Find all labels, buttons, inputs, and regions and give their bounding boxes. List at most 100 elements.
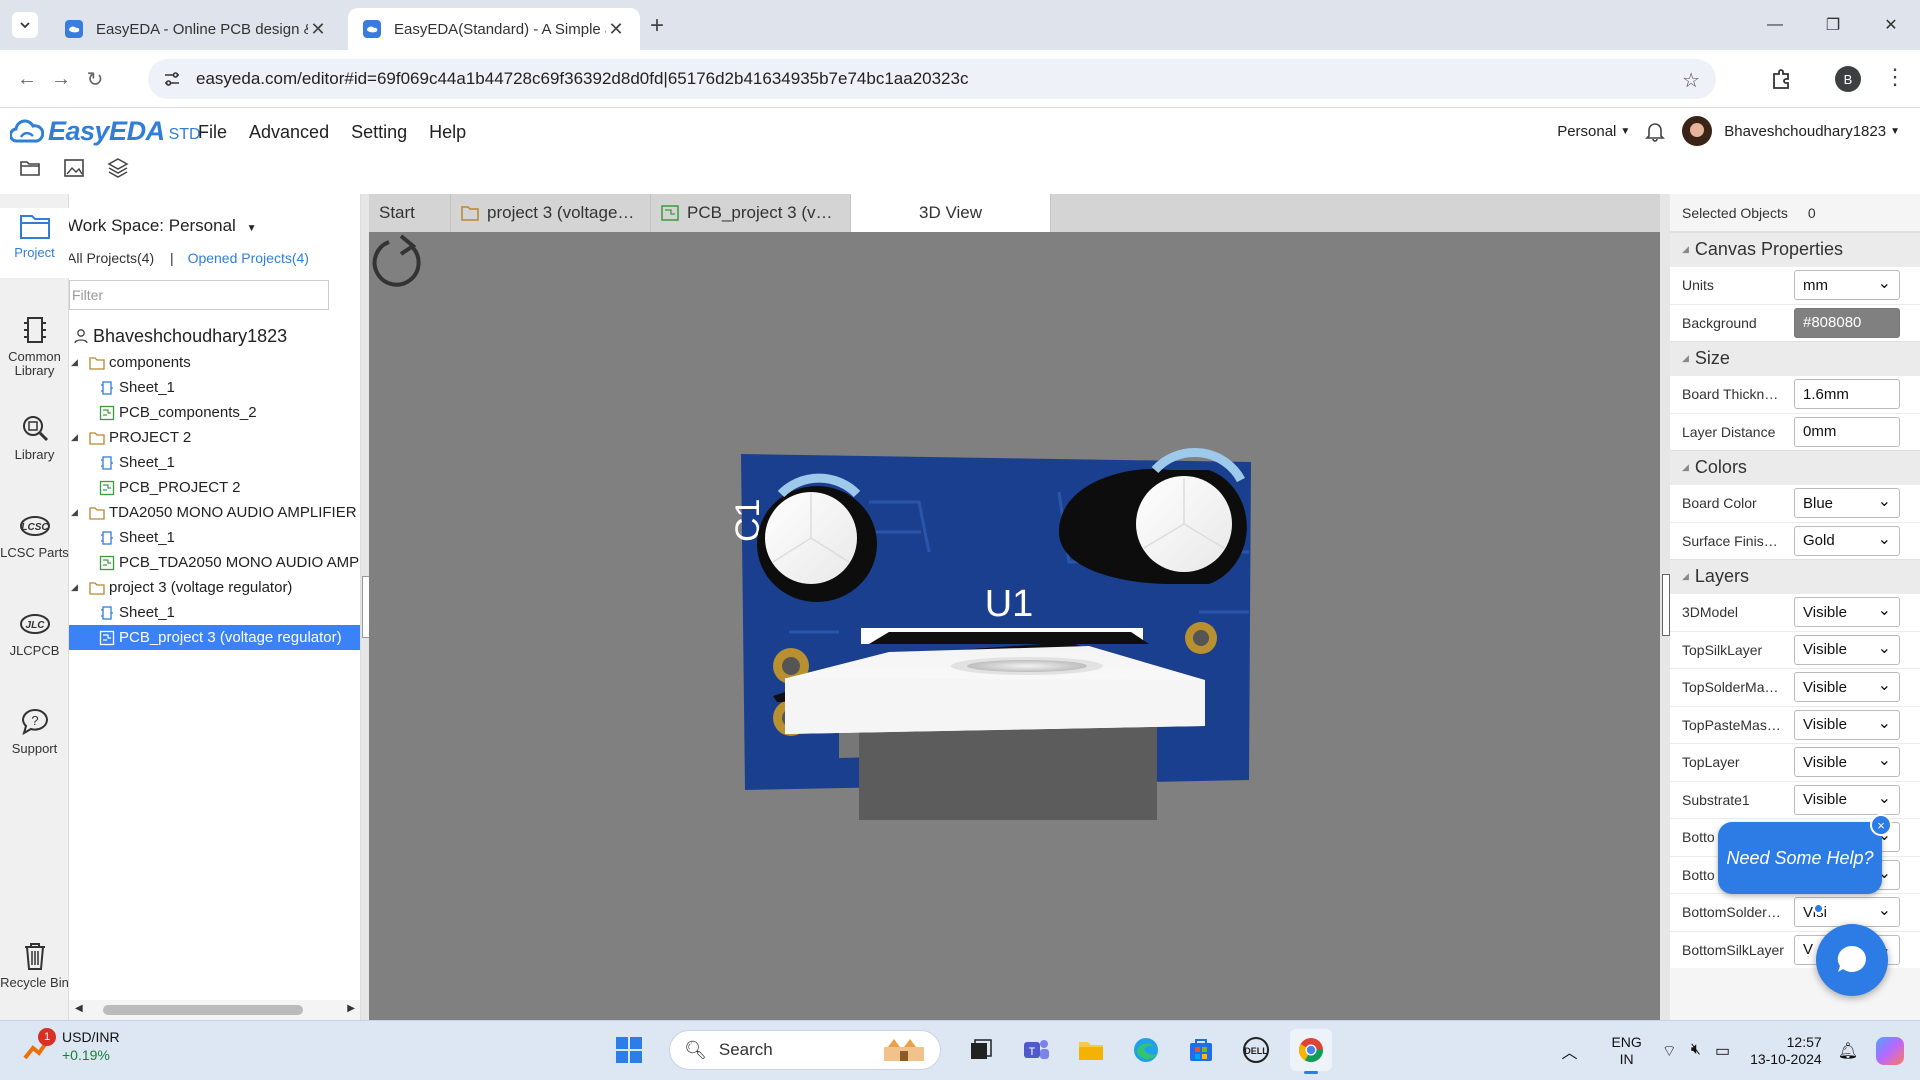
profile-avatar[interactable]: B xyxy=(1835,66,1861,92)
back-button[interactable]: ← xyxy=(14,66,40,92)
property-value-select[interactable]: Visible xyxy=(1794,672,1900,703)
tree-item-sheet[interactable]: Sheet_1 xyxy=(69,450,360,475)
3d-view-canvas[interactable]: C1 C2 U1 xyxy=(369,232,1660,1020)
chrome-icon[interactable] xyxy=(1290,1029,1332,1074)
forward-button[interactable]: → xyxy=(48,66,74,92)
doc-tab-pcb[interactable]: PCB_project 3 (v… xyxy=(651,194,851,232)
tree-item-pcb[interactable]: PCB_project 3 (voltage regulator) xyxy=(69,625,360,650)
tab-opened-projects[interactable]: Opened Projects(4) xyxy=(188,250,309,266)
property-value-select[interactable]: Visible xyxy=(1794,709,1900,740)
rail-lcsc-parts[interactable]: LCSC LCSC Parts xyxy=(0,510,69,582)
system-icons[interactable]: ⌔ 🔇︎ ▭ xyxy=(1662,1041,1730,1061)
taskbar-search[interactable]: 🔍︎ Search xyxy=(669,1030,941,1070)
help-close-button[interactable]: × xyxy=(1870,814,1892,836)
property-value-input[interactable]: 0mm xyxy=(1794,416,1900,447)
rail-recycle-bin[interactable]: Recycle Bin xyxy=(0,940,69,1012)
tree-item-folder[interactable]: ◢ PROJECT 2 xyxy=(69,425,360,450)
stock-widget[interactable]: 1 USD/INR +0.19% xyxy=(22,1027,120,1064)
property-value-select[interactable]: Blue xyxy=(1794,488,1900,519)
property-value-select[interactable]: Gold xyxy=(1794,525,1900,556)
site-settings-icon[interactable] xyxy=(162,69,182,89)
tree-item-sheet[interactable]: Sheet_1 xyxy=(69,525,360,550)
property-value-select[interactable]: mm xyxy=(1794,270,1900,301)
browser-menu-icon[interactable]: ⋮ xyxy=(1884,64,1906,90)
close-icon[interactable]: ✕ xyxy=(606,19,626,40)
workspace-mode-dropdown[interactable]: Personal xyxy=(1557,123,1616,140)
layers-icon[interactable] xyxy=(106,156,130,180)
teams-icon[interactable]: T xyxy=(1015,1029,1057,1071)
property-value-select[interactable]: Visi xyxy=(1794,897,1900,928)
scroll-right-icon[interactable]: ▶ xyxy=(347,1003,355,1014)
filter-input[interactable]: Filter xyxy=(69,280,329,310)
reload-button[interactable]: ↻ xyxy=(82,66,108,92)
extensions-puzzle-icon[interactable] xyxy=(1768,66,1794,92)
need-help-bubble[interactable]: Need Some Help? xyxy=(1718,822,1882,894)
property-value-select[interactable]: Visible xyxy=(1794,597,1900,628)
rail-project[interactable]: Project xyxy=(0,208,69,278)
doc-tab-project[interactable]: project 3 (voltage… xyxy=(451,194,651,232)
user-avatar[interactable] xyxy=(1682,116,1713,146)
tab-all-projects[interactable]: All Projects(4) xyxy=(69,250,154,266)
horizontal-scrollbar[interactable]: ◀ ▶ xyxy=(69,1000,360,1020)
minimize-button[interactable]: — xyxy=(1746,0,1804,50)
property-value-select[interactable]: Visible xyxy=(1794,747,1900,778)
rail-common-library[interactable]: Common Library xyxy=(0,314,69,386)
tree-item-pcb[interactable]: PCB_components_2 xyxy=(69,400,360,425)
scroll-thumb[interactable] xyxy=(103,1005,303,1015)
tree-item-sheet[interactable]: Sheet_1 xyxy=(69,375,360,400)
expand-triangle-icon[interactable]: ◢ xyxy=(71,507,83,518)
address-bar[interactable]: easyeda.com/editor#id=69f069c44a1b44728c… xyxy=(148,59,1716,99)
tree-item-folder[interactable]: ◢ TDA2050 MONO AUDIO AMPLIFIER xyxy=(69,500,360,525)
section-header-colors[interactable]: ◢ Colors xyxy=(1670,450,1920,484)
right-panel-splitter[interactable] xyxy=(1660,194,1670,1020)
clock[interactable]: 12:57 13-10-2024 xyxy=(1750,1034,1822,1069)
property-value-swatch[interactable]: #808080 xyxy=(1794,307,1900,338)
chat-button[interactable] xyxy=(1816,924,1888,996)
tree-item-pcb[interactable]: PCB_PROJECT 2 xyxy=(69,475,360,500)
panel-splitter[interactable] xyxy=(361,194,370,1020)
expand-triangle-icon[interactable]: ◢ xyxy=(71,357,83,368)
doc-tab-3d-view[interactable]: 3D View xyxy=(851,194,1051,232)
tree-item-folder[interactable]: ◢ components xyxy=(69,350,360,375)
menu-help[interactable]: Help xyxy=(429,122,466,143)
tree-item-sheet[interactable]: Sheet_1 xyxy=(69,600,360,625)
rail-support[interactable]: ? Support xyxy=(0,706,69,766)
start-button[interactable] xyxy=(608,1029,650,1071)
browser-tab-easyeda-editor[interactable]: EasyEDA(Standard) - A Simple a ✕ xyxy=(348,8,640,50)
menu-file[interactable]: File xyxy=(198,122,227,143)
image-export-icon[interactable] xyxy=(62,156,86,180)
rotate-view-icon[interactable] xyxy=(369,232,427,290)
rail-jlcpcb[interactable]: JLC JLCPCB xyxy=(0,608,69,668)
property-value-select[interactable]: Visible xyxy=(1794,634,1900,665)
restore-button[interactable]: ❐ xyxy=(1804,0,1862,50)
edge-browser-icon[interactable] xyxy=(1125,1029,1167,1071)
scroll-left-icon[interactable]: ◀ xyxy=(75,1003,83,1014)
dell-icon[interactable]: DELL xyxy=(1235,1029,1277,1071)
property-value-select[interactable]: Visible xyxy=(1794,784,1900,815)
tree-item-pcb[interactable]: PCB_TDA2050 MONO AUDIO AMP xyxy=(69,550,360,575)
open-folder-icon[interactable] xyxy=(18,156,42,180)
store-icon[interactable] xyxy=(1180,1029,1222,1071)
file-explorer-icon[interactable] xyxy=(1070,1029,1112,1071)
task-view-icon[interactable] xyxy=(960,1029,1002,1071)
bookmark-star-icon[interactable]: ☆ xyxy=(1682,68,1700,93)
rail-library[interactable]: Library xyxy=(0,412,69,472)
language-indicator[interactable]: ENG IN xyxy=(1611,1034,1641,1068)
section-header-canvas-properties[interactable]: ◢ Canvas Properties xyxy=(1670,232,1920,266)
workspace-dropdown[interactable]: Work Space: Personal ▼ xyxy=(69,216,256,236)
section-header-layers[interactable]: ◢ Layers xyxy=(1670,559,1920,593)
close-window-button[interactable]: ✕ xyxy=(1862,0,1920,50)
username[interactable]: Bhaveshchoudhary1823 xyxy=(1724,123,1886,140)
chevron-up-icon[interactable]: ︿ xyxy=(1561,1039,1577,1063)
tab-search-button[interactable] xyxy=(12,12,38,38)
new-tab-button[interactable]: + xyxy=(650,12,664,40)
close-icon[interactable]: ✕ xyxy=(308,19,328,40)
copilot-icon[interactable] xyxy=(1876,1037,1904,1065)
menu-advanced[interactable]: Advanced xyxy=(249,122,329,143)
bell-icon[interactable] xyxy=(1644,120,1666,142)
property-value-input[interactable]: 1.6mm xyxy=(1794,379,1900,410)
doc-tab-start[interactable]: Start xyxy=(369,194,451,232)
easyeda-logo[interactable]: EasyEDA STD xyxy=(10,116,201,147)
tree-item-folder[interactable]: ◢ project 3 (voltage regulator) xyxy=(69,575,360,600)
notification-bell-icon[interactable]: 🔔︎ xyxy=(1838,1041,1858,1061)
